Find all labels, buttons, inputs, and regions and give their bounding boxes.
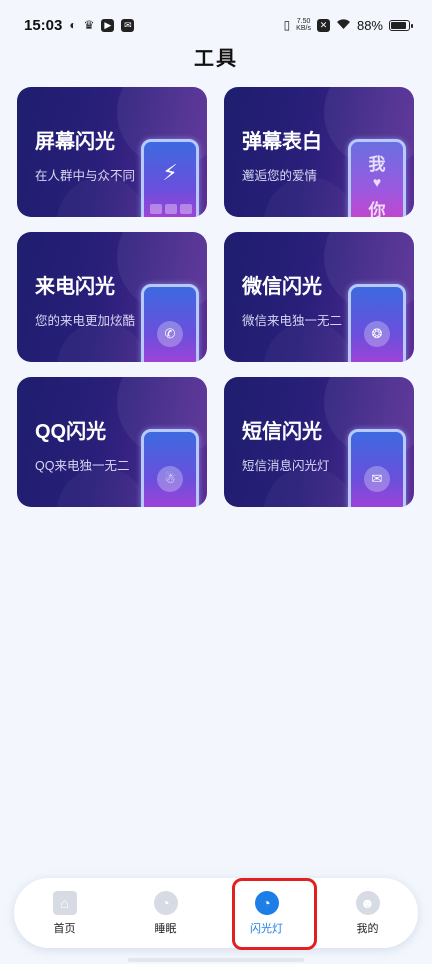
- nav-item-flash[interactable]: ◔ 闪光灯: [216, 878, 317, 948]
- status-left: 15:03 ◐ ♛ ▶ ✉: [24, 16, 135, 34]
- nav-item-sleep[interactable]: ◔ 睡眠: [115, 878, 216, 948]
- card-wechat-flash[interactable]: 微信闪光 微信来电独一无二 ❂: [224, 232, 414, 362]
- sim-off-icon: ✕: [316, 18, 330, 32]
- card-subtitle: 短信消息闪光灯: [242, 459, 330, 473]
- phone-illustration: ☃: [141, 429, 199, 507]
- battery-icon: [389, 19, 413, 31]
- bolt-icon: ⚡: [162, 160, 178, 185]
- play-app-icon: ▶: [101, 18, 115, 32]
- qq-icon: ☃: [157, 466, 183, 492]
- home-indicator[interactable]: [128, 958, 304, 962]
- status-right: ▯ 7.50 KB/s ✕ 88%: [283, 17, 413, 33]
- phone-illustration: ❂: [348, 284, 406, 362]
- page-title: 工具: [194, 48, 238, 70]
- card-title: 弹幕表白: [242, 131, 322, 153]
- status-time: 15:03: [24, 16, 63, 34]
- incoming-call-icon: ✆: [157, 321, 183, 347]
- nav-label: 睡眠: [154, 922, 177, 935]
- card-title: 来电闪光: [35, 276, 115, 298]
- bottom-nav: ⌂ 首页 ◔ 睡眠 ◔ 闪光灯 ☻ 我的: [14, 878, 418, 948]
- nav-item-profile[interactable]: ☻ 我的: [317, 878, 418, 948]
- card-call-flash[interactable]: 来电闪光 您的来电更加炫酷 ✆: [17, 232, 207, 362]
- phone-illustration: ✉: [348, 429, 406, 507]
- nav-label: 首页: [53, 922, 76, 935]
- battery-fill: [391, 21, 406, 29]
- mail-app-icon: ✉: [121, 18, 135, 32]
- profile-icon: ☻: [355, 890, 380, 915]
- home-icon: ⌂: [52, 890, 77, 915]
- card-danmaku-confession[interactable]: 弹幕表白 邂逅您的爱情 我 ♥ 你: [224, 87, 414, 217]
- phone-illustration: ⚡: [141, 139, 199, 217]
- card-title: QQ闪光: [35, 421, 107, 443]
- battery-percent: 88%: [356, 17, 383, 33]
- net-speed: 7.50 KB/s: [296, 18, 311, 32]
- tool-grid: 屏幕闪光 在人群中与众不同 ⚡ 弹幕表白 邂逅您的爱情 我 ♥ 你 来电闪光 您…: [17, 87, 415, 507]
- net-speed-unit: KB/s: [296, 25, 311, 32]
- phone-illustration: ✆: [141, 284, 199, 362]
- flash-icon: ◔: [254, 890, 279, 915]
- card-title: 屏幕闪光: [35, 131, 115, 153]
- phone-illustration: 我 ♥ 你: [348, 139, 406, 217]
- card-subtitle: 在人群中与众不同: [35, 169, 136, 183]
- heart-icon: ♥: [372, 174, 382, 190]
- card-subtitle: 微信来电独一无二: [242, 314, 343, 328]
- net-speed-value: 7.50: [296, 18, 311, 25]
- phone-dots: [150, 204, 192, 214]
- card-sms-flash[interactable]: 短信闪光 短信消息闪光灯 ✉: [224, 377, 414, 507]
- phone-text-top: 我: [368, 155, 386, 174]
- card-title: 微信闪光: [242, 276, 322, 298]
- card-subtitle: QQ来电独一无二: [35, 459, 130, 473]
- nav-label: 我的: [356, 922, 379, 935]
- sleep-icon: ◔: [153, 890, 178, 915]
- cloud-sync-icon: ◐: [69, 18, 77, 32]
- crown-icon: ♛: [83, 18, 95, 32]
- nav-item-home[interactable]: ⌂ 首页: [14, 878, 115, 948]
- wechat-icon: ❂: [364, 321, 390, 347]
- vibrate-icon: ▯: [283, 18, 291, 32]
- card-subtitle: 您的来电更加炫酷: [35, 314, 136, 328]
- card-subtitle: 邂逅您的爱情: [242, 169, 318, 183]
- sms-icon: ✉: [364, 466, 390, 492]
- wifi-icon: [336, 18, 351, 33]
- card-screen-flash[interactable]: 屏幕闪光 在人群中与众不同 ⚡: [17, 87, 207, 217]
- nav-label: 闪光灯: [250, 922, 283, 935]
- card-title: 短信闪光: [242, 421, 322, 443]
- card-qq-flash[interactable]: QQ闪光 QQ来电独一无二 ☃: [17, 377, 207, 507]
- phone-text-bottom: 你: [368, 201, 386, 217]
